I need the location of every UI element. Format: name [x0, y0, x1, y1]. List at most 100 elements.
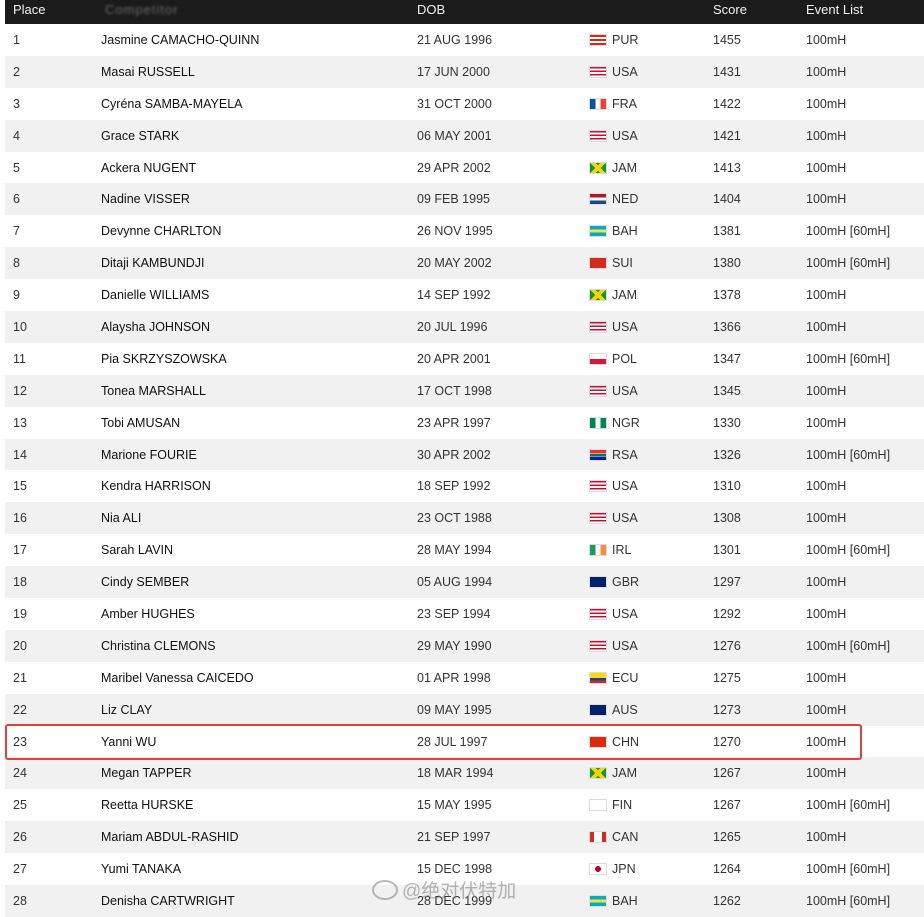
dob-cell: 20 APR 2001	[417, 351, 491, 366]
place-cell: 22	[13, 702, 27, 717]
dob-cell: 31 OCT 2000	[417, 96, 492, 111]
ned-flag-icon	[589, 193, 607, 206]
table-row[interactable]: 19 Amber HUGHES 23 SEP 1994 USA 1292 100mH	[5, 598, 924, 630]
place-cell: 7	[13, 224, 20, 239]
nationality-code: CAN	[612, 830, 639, 845]
athlete-name-link[interactable]: Mariam ABDUL-RASHID	[101, 830, 239, 844]
place-cell: 26	[13, 830, 27, 845]
table-row[interactable]: 7 Devynne CHARLTON 26 NOV 1995 BAH 1381 100mH…	[5, 215, 924, 247]
table-row[interactable]: 23 Yanni WU 28 JUL 1997 CHN 1270 100mH	[5, 726, 924, 758]
watermark-text: @绝对伏特加	[402, 881, 517, 902]
table-row[interactable]: 18 Cindy SEMBER 05 AUG 1994 GBR 1297 100mH	[5, 566, 924, 599]
dob-cell: 15 DEC 1998	[417, 862, 493, 877]
athlete-name-link[interactable]: Amber HUGHES	[101, 607, 195, 621]
athlete-name-link[interactable]: Tobi AMUSAN	[101, 416, 180, 430]
score-cell: 1262	[713, 893, 741, 908]
athlete-name-link[interactable]: Ackera NUGENT	[101, 161, 196, 175]
athlete-name-link[interactable]: Reetta HURSKE	[101, 798, 193, 812]
athlete-name-link[interactable]: Tonea MARSHALL	[101, 384, 206, 398]
athlete-name-link[interactable]: Jasmine CAMACHO-QUINN	[101, 33, 259, 47]
nationality-cell: AUS	[589, 703, 638, 717]
nationality-cell: CAN	[589, 830, 638, 844]
athlete-name-link[interactable]: Yanni WU	[101, 735, 156, 749]
event-list-cell: 100mH	[806, 160, 847, 175]
dob-cell: 29 MAY 1990	[417, 638, 492, 653]
athlete-name-link[interactable]: Pia SKRZYSZOWSKA	[101, 352, 227, 366]
athlete-name-link[interactable]: Danielle WILLIAMS	[101, 288, 209, 302]
table-row[interactable]: 14 Marione FOURIE 30 APR 2002 RSA 1326 100mH …	[5, 438, 924, 471]
event-list-cell: 100mH	[806, 128, 847, 143]
event-list-cell: 100mH [60mH]	[806, 256, 891, 271]
table-row[interactable]: 9 Danielle WILLIAMS 14 SEP 1992 JAM 1378 100m…	[5, 279, 924, 311]
table-row[interactable]: 24 Megan TAPPER 18 MAR 1994 JAM 1267 100mH	[5, 757, 924, 790]
header-competitor[interactable]: Competitor	[105, 2, 179, 17]
table-row[interactable]: 20 Christina CLEMONS 29 MAY 1990 USA 1276 100…	[5, 629, 924, 662]
nationality-cell: GBR	[589, 575, 639, 589]
athlete-name-link[interactable]: Alaysha JOHNSON	[101, 320, 210, 334]
athlete-name-link[interactable]: Cindy SEMBER	[101, 575, 189, 589]
score-cell: 1301	[713, 543, 741, 558]
table-row[interactable]: 3 Cyréna SAMBA-MAYELA 31 OCT 2000 FRA 1422 10…	[5, 88, 924, 120]
table-row[interactable]: 4 Grace STARK 06 MAY 2001 USA 1421 100mH	[5, 119, 924, 152]
usa-flag-icon	[589, 607, 607, 620]
table-header: Place Competitor DOB Score Event List	[5, 0, 924, 24]
table-row[interactable]: 12 Tonea MARSHALL 17 OCT 1998 USA 1345 100mH	[5, 374, 924, 407]
table-row[interactable]: 1 Jasmine CAMACHO-QUINN 21 AUG 1996 PUR 1455…	[5, 24, 924, 56]
table-row[interactable]: 26 Mariam ABDUL-RASHID 21 SEP 1997 CAN 1265 1…	[5, 821, 924, 854]
athlete-name-link[interactable]: Denisha CARTWRIGHT	[101, 894, 235, 908]
athlete-name-link[interactable]: Maribel Vanessa CAICEDO	[101, 671, 254, 685]
table-row[interactable]: 16 Nia ALI 23 OCT 1988 USA 1308 100mH	[5, 502, 924, 535]
athlete-name-link[interactable]: Kendra HARRISON	[101, 479, 211, 493]
header-place[interactable]: Place	[13, 2, 46, 17]
nationality-cell: JAM	[589, 288, 637, 302]
dob-cell: 09 MAY 1995	[417, 702, 492, 717]
dob-cell: 06 MAY 2001	[417, 128, 492, 143]
nationality-code: ECU	[612, 670, 639, 685]
score-cell: 1275	[713, 670, 741, 685]
score-cell: 1413	[713, 160, 741, 175]
table-row[interactable]: 2 Masai RUSSELL 17 JUN 2000 USA 1431 100mH	[5, 55, 924, 88]
header-event-list[interactable]: Event List	[806, 2, 863, 17]
nationality-code: FRA	[612, 96, 637, 111]
athlete-name-link[interactable]: Devynne CHARLTON	[101, 224, 221, 238]
table-row[interactable]: 10 Alaysha JOHNSON 20 JUL 1996 USA 1366 100mH	[5, 311, 924, 343]
athlete-name-link[interactable]: Cyréna SAMBA-MAYELA	[101, 97, 242, 111]
nationality-code: NED	[612, 192, 639, 207]
table-row[interactable]: 5 Ackera NUGENT 29 APR 2002 JAM 1413 100mH	[5, 152, 924, 184]
athlete-name-link[interactable]: Ditaji KAMBUNDJI	[101, 256, 205, 270]
athlete-name-link[interactable]: Marione FOURIE	[101, 448, 197, 462]
athlete-name-link[interactable]: Nadine VISSER	[101, 192, 190, 206]
event-list-cell: 100mH	[806, 511, 847, 526]
table-row[interactable]: 13 Tobi AMUSAN 23 APR 1997 NGR 1330 100mH	[5, 407, 924, 439]
athlete-name-link[interactable]: Masai RUSSELL	[101, 65, 195, 79]
athlete-name-link[interactable]: Sarah LAVIN	[101, 543, 173, 557]
chn-flag-icon	[589, 735, 607, 748]
table-row[interactable]: 11 Pia SKRZYSZOWSKA 20 APR 2001 POL 1347 100m…	[5, 343, 924, 375]
table-row[interactable]: 8 Ditaji KAMBUNDJI 20 MAY 2002 SUI 1380 100mH…	[5, 247, 924, 280]
event-list-cell: 100mH	[806, 288, 847, 303]
watermark: @绝对伏特加	[372, 876, 516, 903]
header-score[interactable]: Score	[713, 2, 747, 17]
gbr-flag-icon	[589, 576, 607, 589]
table-row[interactable]: 17 Sarah LAVIN 28 MAY 1994 IRL 1301 100mH [60…	[5, 534, 924, 566]
place-cell: 21	[13, 670, 27, 685]
table-row[interactable]: 6 Nadine VISSER 09 FEB 1995 NED 1404 100mH	[5, 183, 924, 216]
table-row[interactable]: 21 Maribel Vanessa CAICEDO 01 APR 1998 ECU 1…	[5, 662, 924, 694]
athlete-name-link[interactable]: Grace STARK	[101, 129, 179, 143]
nationality-code: USA	[612, 606, 638, 621]
event-list-cell: 100mH [60mH]	[806, 798, 891, 813]
place-cell: 18	[13, 575, 27, 590]
athlete-name-link[interactable]: Yumi TANAKA	[101, 862, 181, 876]
athlete-name-link[interactable]: Megan TAPPER	[101, 766, 192, 780]
table-row[interactable]: 22 Liz CLAY 09 MAY 1995 AUS 1273 100mH	[5, 693, 924, 726]
score-cell: 1347	[713, 351, 741, 366]
table-row[interactable]: 25 Reetta HURSKE 15 MAY 1995 FIN 1267 100mH […	[5, 789, 924, 821]
athlete-name-link[interactable]: Nia ALI	[101, 511, 141, 525]
athlete-name-link[interactable]: Liz CLAY	[101, 703, 152, 717]
place-cell: 3	[13, 96, 20, 111]
pur-flag-icon	[589, 33, 607, 46]
nationality-code: NGR	[612, 415, 640, 430]
header-dob[interactable]: DOB	[417, 2, 445, 17]
athlete-name-link[interactable]: Christina CLEMONS	[101, 639, 216, 653]
table-row[interactable]: 15 Kendra HARRISON 18 SEP 1992 USA 1310 100mH	[5, 470, 924, 502]
